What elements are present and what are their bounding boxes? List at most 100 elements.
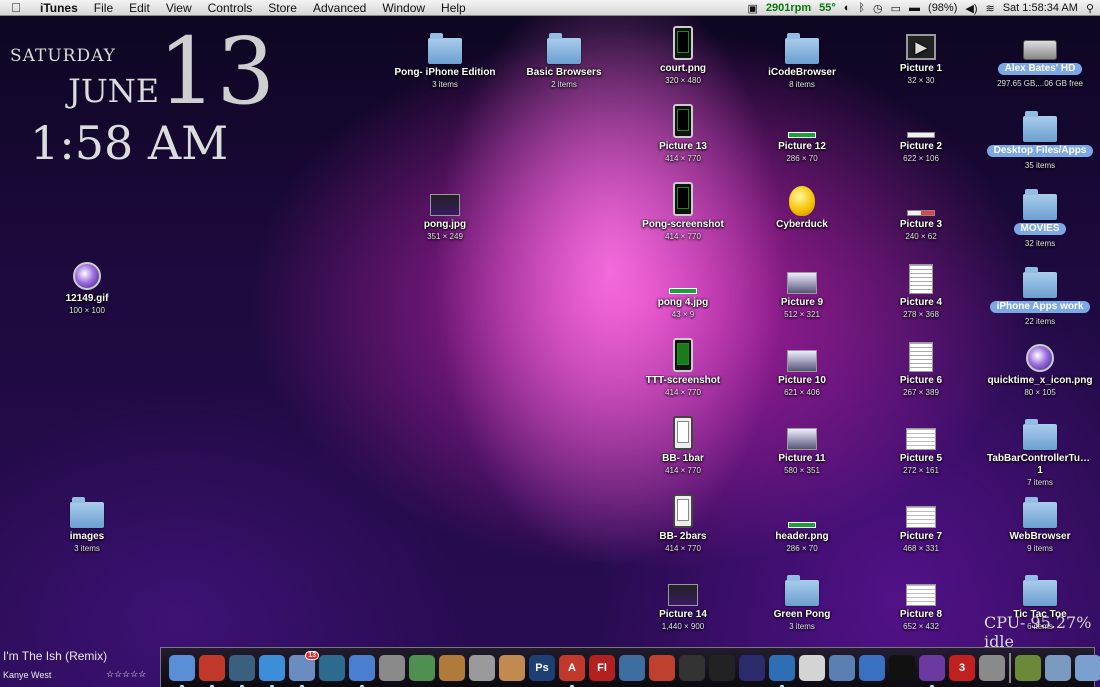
desktop-file-picture-10[interactable]: Picture 10 621 × 406 <box>746 334 858 398</box>
menu-file[interactable]: File <box>86 1 121 15</box>
desktop-folder-desktop-files-apps[interactable]: Desktop Files/Apps 35 items <box>984 104 1096 171</box>
desktop-folder-iphone-apps-work[interactable]: iPhone Apps work 22 items <box>984 260 1096 327</box>
xcode-icon[interactable] <box>769 654 795 687</box>
desktop-file-picture-14[interactable]: Picture 14 1,440 × 900 <box>627 568 739 632</box>
menu-itunes[interactable]: iTunes <box>32 1 86 15</box>
desktop-folder-pong-iphone[interactable]: Pong- iPhone Edition 3 items <box>389 26 501 90</box>
printer-icon[interactable] <box>469 654 495 681</box>
temperature[interactable]: 55° <box>819 2 836 14</box>
dashboard-icon[interactable] <box>319 654 345 681</box>
folder-icon <box>428 33 462 64</box>
desktop-file-ttt-screenshot[interactable]: TTT-screenshot 414 × 770 <box>627 334 739 398</box>
track-rating[interactable]: ☆☆☆☆☆ <box>106 669 146 680</box>
downloads-stack-icon[interactable] <box>1075 654 1100 681</box>
display-icon[interactable]: ▭ <box>891 2 901 15</box>
desktop-file-picture-9[interactable]: Picture 9 512 × 321 <box>746 256 858 320</box>
image-file-icon <box>906 428 936 450</box>
preview-icon[interactable] <box>409 654 435 681</box>
menu-advanced[interactable]: Advanced <box>305 1 374 15</box>
desktop-file-court-png[interactable]: court.png 320 × 480 <box>627 22 739 86</box>
menu-help[interactable]: Help <box>433 1 474 15</box>
final-cut-icon[interactable] <box>709 654 735 681</box>
icon-info: 622 × 106 <box>903 154 939 163</box>
desktop-folder-basic-browsers[interactable]: Basic Browsers 2 items <box>508 26 620 90</box>
desktop-folder-green-pong[interactable]: Green Pong 3 items <box>746 568 858 632</box>
flash-icon[interactable]: Fl <box>589 654 615 681</box>
menu-controls[interactable]: Controls <box>200 1 261 15</box>
time-machine-icon[interactable] <box>229 654 255 687</box>
image-file-icon <box>673 26 693 60</box>
desktop-file-picture-11[interactable]: Picture 11 580 × 351 <box>746 412 858 476</box>
desktop-file-header-png[interactable]: header.png 286 × 70 <box>746 490 858 554</box>
icon-info: 32 × 30 <box>907 76 935 85</box>
finder-icon[interactable] <box>169 654 195 687</box>
desktop-hard-drive[interactable]: Alex Bates' HD 297.65 GB,...06 GB free <box>984 22 1096 89</box>
itunes-visualizer-icon[interactable] <box>679 654 705 681</box>
desktop-file-picture-2[interactable]: Picture 2 622 × 106 <box>865 100 977 164</box>
desktop-folder-webbrowser[interactable]: WebBrowser 9 items <box>984 490 1096 554</box>
desktop-file-pong-jpg[interactable]: pong.jpg 351 × 249 <box>389 178 501 242</box>
iphoto-icon[interactable] <box>499 654 525 681</box>
image-file-icon <box>673 494 693 528</box>
mail-icon[interactable]: 13 <box>289 650 319 687</box>
battery-icon[interactable]: ▬ <box>909 2 920 14</box>
safari-icon[interactable] <box>259 654 285 687</box>
instruments-icon[interactable] <box>859 654 885 681</box>
desktop-file-picture-7[interactable]: Picture 7 468 × 331 <box>865 490 977 554</box>
desktop-file-bb-2bars[interactable]: BB- 2bars 414 × 770 <box>627 490 739 554</box>
desktop-folder-movies[interactable]: MOVIES 32 items <box>984 182 1096 249</box>
photoshop-icon[interactable]: Ps <box>529 654 555 681</box>
desktop-file-quicktime-x-icon[interactable]: quicktime_x_icon.png 80 × 105 <box>984 334 1096 398</box>
itunes-icon[interactable] <box>349 654 375 687</box>
menu-edit[interactable]: Edit <box>121 1 158 15</box>
system-preferences-icon[interactable] <box>979 654 1005 681</box>
acrobat-icon[interactable]: A <box>559 654 585 687</box>
desktop-folder-images[interactable]: images 3 items <box>31 490 143 554</box>
battery-percent[interactable]: (98%) <box>928 2 957 14</box>
desktop-app-cyberduck[interactable]: Cyberduck <box>746 178 858 231</box>
bluetooth-icon[interactable]: ᛒ <box>858 2 865 14</box>
folder-icon <box>785 33 819 64</box>
desktop-file-picture-1[interactable]: ▶ Picture 1 32 × 30 <box>865 22 977 86</box>
parallels-icon[interactable] <box>199 654 225 687</box>
desktop-folder-tabbarcontroller[interactable]: TabBarControllerTutorial-1 7 items <box>984 412 1096 488</box>
desktop-file-bb-1bar[interactable]: BB- 1bar 414 × 770 <box>627 412 739 476</box>
menu-store[interactable]: Store <box>260 1 305 15</box>
desktop-file-picture-8[interactable]: Picture 8 652 × 432 <box>865 568 977 632</box>
wifi-icon[interactable]: ≋ <box>986 2 995 15</box>
interface-builder-icon[interactable] <box>829 654 855 681</box>
menu-view[interactable]: View <box>158 1 200 15</box>
menu-window[interactable]: Window <box>374 1 433 15</box>
script-editor-icon[interactable] <box>379 654 405 681</box>
documents-stack-icon[interactable] <box>1045 654 1071 681</box>
archive-utility-icon[interactable] <box>1015 654 1041 681</box>
apple-menu-icon[interactable]:  <box>0 0 32 15</box>
desktop-file-picture-3[interactable]: Picture 3 240 × 62 <box>865 178 977 242</box>
spotlight-icon[interactable]: ⚲ <box>1086 2 1094 15</box>
desktop-file-picture-5[interactable]: Picture 5 272 × 161 <box>865 412 977 476</box>
icon-label: pong.jpg <box>423 219 467 230</box>
desktop-file-12149-gif[interactable]: 12149.gif 100 × 100 <box>31 252 143 316</box>
desktop-folder-icodebrowser[interactable]: iCodeBrowser 8 items <box>746 26 858 90</box>
desktop-file-picture-6[interactable]: Picture 6 267 × 389 <box>865 334 977 398</box>
fan-speed[interactable]: 2901rpm <box>766 2 811 14</box>
folder-icon <box>1023 575 1057 606</box>
time-machine-icon[interactable]: ◷ <box>873 2 883 15</box>
desktop-file-pong-screenshot[interactable]: Pong-screenshot 414 × 770 <box>627 178 739 242</box>
quicktime-icon[interactable] <box>919 654 945 687</box>
desktop-file-picture-12[interactable]: Picture 12 286 × 70 <box>746 100 858 164</box>
volume-icon[interactable]: ◀) <box>965 2 977 15</box>
rss-icon[interactable] <box>649 654 675 681</box>
terminal-icon[interactable] <box>889 654 915 681</box>
desktop-file-picture-13[interactable]: Picture 13 414 × 770 <box>627 100 739 164</box>
menu-clock[interactable]: Sat 1:58:34 AM <box>1003 2 1078 14</box>
textedit-icon[interactable] <box>799 654 825 681</box>
desktop-file-picture-4[interactable]: Picture 4 278 × 368 <box>865 256 977 320</box>
istat-icon[interactable]: ◐ <box>844 2 851 14</box>
desktop-file-pong-4-jpg[interactable]: pong 4.jpg 43 × 9 <box>627 256 739 320</box>
fan-icon[interactable]: ▣ <box>747 2 757 15</box>
keynote-icon[interactable] <box>439 654 465 681</box>
ical-icon[interactable]: 3 <box>949 654 975 681</box>
dvd-icon[interactable] <box>739 654 765 681</box>
coda-icon[interactable] <box>619 654 645 681</box>
